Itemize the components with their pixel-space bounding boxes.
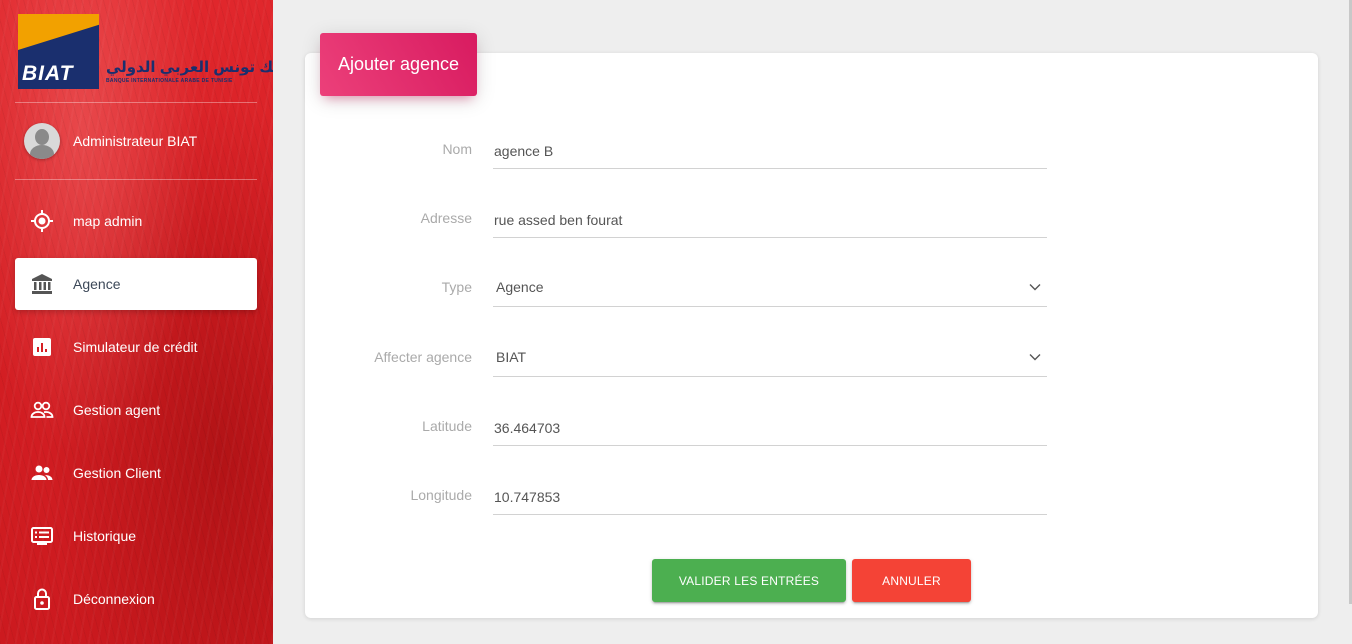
people-outline-icon bbox=[30, 398, 54, 422]
bank-icon bbox=[30, 272, 54, 296]
field-affecter-agence: Affecter agence BIAT bbox=[305, 341, 1047, 381]
user-profile[interactable]: Administrateur BIAT bbox=[24, 123, 198, 159]
sidebar-item-historique[interactable]: Historique bbox=[15, 510, 257, 562]
logo-subtitle: BANQUE INTERNATIONALE ARABE DE TUNISIE bbox=[106, 78, 233, 84]
form-title: Ajouter agence bbox=[320, 33, 477, 96]
logo-mark: BIAT bbox=[18, 14, 99, 89]
history-list-icon bbox=[30, 524, 54, 548]
submit-button[interactable]: VALIDER LES ENTRÉES bbox=[652, 559, 846, 602]
chevron-down-icon bbox=[1029, 354, 1041, 361]
sidebar-item-label: Gestion agent bbox=[73, 402, 161, 418]
longitude-input[interactable] bbox=[493, 479, 1047, 515]
sidebar-item-label: Historique bbox=[73, 528, 137, 544]
field-label: Type bbox=[441, 279, 472, 295]
sidebar-item-label: Simulateur de crédit bbox=[73, 339, 198, 355]
sidebar-item-gestion-agent[interactable]: Gestion agent bbox=[15, 384, 257, 436]
type-select-value: Agence bbox=[496, 279, 544, 295]
field-longitude: Longitude bbox=[305, 479, 1047, 519]
field-label: Longitude bbox=[410, 487, 472, 503]
sidebar-item-label: Déconnexion bbox=[73, 591, 155, 607]
field-label: Affecter agence bbox=[374, 349, 472, 365]
sidebar-item-simulateur[interactable]: Simulateur de crédit bbox=[15, 321, 257, 373]
divider bbox=[15, 179, 257, 180]
sidebar-item-map-admin[interactable]: map admin bbox=[15, 195, 257, 247]
people-icon bbox=[30, 461, 54, 485]
avatar bbox=[24, 123, 60, 159]
affecter-agence-select[interactable]: BIAT bbox=[493, 341, 1047, 377]
sidebar-item-label: Agence bbox=[73, 276, 121, 292]
sidebar-item-agence[interactable]: Agence bbox=[15, 258, 257, 310]
sidebar-item-label: map admin bbox=[73, 213, 143, 229]
bar-chart-icon bbox=[30, 335, 54, 359]
sidebar-item-deconnexion[interactable]: Déconnexion bbox=[15, 573, 257, 625]
sidebar-item-label: Gestion Client bbox=[73, 465, 161, 481]
field-label: Nom bbox=[442, 141, 472, 157]
adresse-input[interactable] bbox=[493, 202, 1047, 238]
field-label: Adresse bbox=[420, 210, 472, 226]
sidebar-nav: map admin Agence Simulateur de crédit Ge… bbox=[15, 195, 257, 636]
chevron-down-icon bbox=[1029, 284, 1041, 291]
field-type: Type Agence bbox=[305, 271, 1047, 311]
type-select[interactable]: Agence bbox=[493, 271, 1047, 307]
logo-text: BIAT bbox=[22, 62, 74, 85]
logo-arabic-text: بنك تونس العربي الدولي bbox=[106, 59, 273, 76]
field-adresse: Adresse bbox=[305, 202, 1047, 242]
biat-logo[interactable]: BIAT بنك تونس العربي الدولي BANQUE INTER… bbox=[18, 14, 273, 90]
sidebar: BIAT بنك تونس العربي الدولي BANQUE INTER… bbox=[0, 0, 273, 644]
divider bbox=[15, 102, 257, 103]
affecter-agence-select-value: BIAT bbox=[496, 349, 527, 365]
nom-input[interactable] bbox=[493, 133, 1047, 169]
sidebar-item-gestion-client[interactable]: Gestion Client bbox=[15, 447, 257, 499]
cancel-button[interactable]: ANNULER bbox=[852, 559, 971, 602]
field-nom: Nom bbox=[305, 133, 1047, 173]
user-name: Administrateur BIAT bbox=[73, 133, 198, 149]
lock-open-icon bbox=[30, 587, 54, 611]
location-target-icon bbox=[30, 209, 54, 233]
field-label: Latitude bbox=[422, 418, 472, 434]
latitude-input[interactable] bbox=[493, 410, 1047, 446]
field-latitude: Latitude bbox=[305, 410, 1047, 450]
